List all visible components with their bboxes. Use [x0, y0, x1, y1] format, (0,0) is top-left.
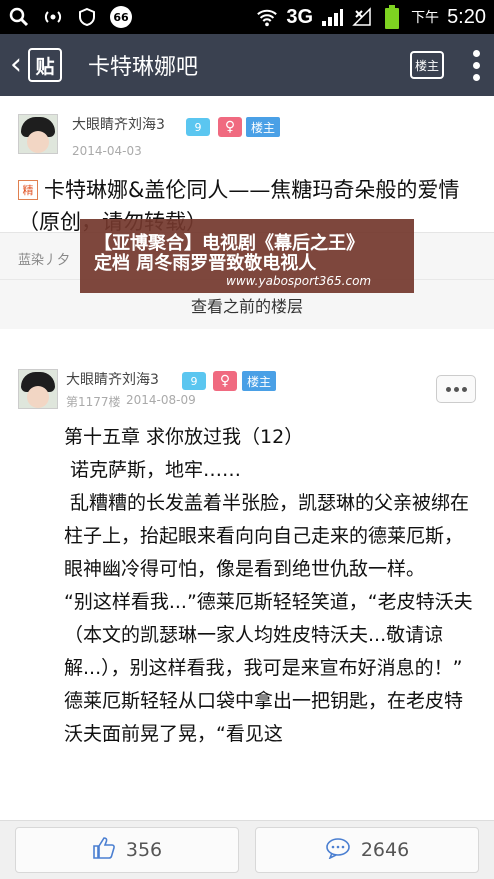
- body-line: 第十五章 求你放过我（12）: [64, 426, 304, 448]
- floor-date: 2014-08-09: [126, 393, 196, 407]
- host-tag: 楼主: [246, 117, 281, 137]
- body-line: 乱糟糟的长发盖着半张脸，凯瑟琳的父亲被绑在柱子上，抬起眼来看向向自己走来的德莱厄…: [64, 492, 470, 580]
- forum-row-text: 蓝染丿夕: [18, 253, 71, 268]
- author-name[interactable]: 大眼睛齐刘海3: [72, 114, 165, 134]
- ad-url: www.yabosport365.com: [226, 274, 372, 288]
- battery-icon: [381, 5, 403, 29]
- tieba-logo-icon[interactable]: 贴: [28, 48, 62, 82]
- wifi-hotspot-icon: [42, 6, 64, 28]
- ad-overlay[interactable]: 【亚博聚合】电视剧《幕后之王》 定档 周冬雨罗晋致敬电视人 www.yabosp…: [80, 219, 414, 293]
- comment-icon: [325, 837, 351, 864]
- floor-female-icon: ♀: [213, 371, 237, 391]
- time-period: 下午: [411, 10, 440, 26]
- like-button[interactable]: 356: [15, 827, 239, 873]
- floor-post-card: 大眼睛齐刘海3 9 ♀ 楼主 第1177楼 2014-08-09 第十五章 求你…: [0, 329, 494, 820]
- clock: 5:20: [447, 5, 486, 28]
- wifi-icon: [256, 6, 278, 28]
- floor-number: 第1177楼: [66, 395, 121, 409]
- floor-more-button[interactable]: [436, 375, 476, 403]
- no-signal-icon: [351, 6, 373, 28]
- floor-body: 第十五章 求你放过我（12） 诺克萨斯，地牢…… 乱糟糟的长发盖着半张脸，凯瑟琳…: [64, 421, 478, 751]
- signal-icon: [321, 6, 344, 28]
- bottom-bar: 356 2646: [0, 820, 494, 879]
- back-icon[interactable]: ‹: [10, 50, 22, 80]
- forum-title: 卡特琳娜吧: [88, 55, 199, 80]
- floor-level-badge: 9: [182, 372, 206, 390]
- floor-avatar[interactable]: [18, 369, 58, 409]
- post-date: 2014-04-03: [72, 144, 142, 158]
- thumbs-up-icon: [92, 836, 116, 864]
- more-menu-icon[interactable]: [472, 49, 480, 81]
- female-icon: ♀: [218, 117, 242, 137]
- network-type: 3G: [286, 5, 314, 28]
- thread-header: 大眼睛齐刘海3 9 ♀ 楼主 2014-04-03 精 卡特琳娜&盖伦同人——焦…: [0, 96, 494, 234]
- like-count: 356: [125, 839, 163, 861]
- notification-badge-icon: 66: [110, 6, 132, 28]
- comment-button[interactable]: 2646: [255, 827, 479, 873]
- body-line: 诺克萨斯，地牢……: [64, 459, 242, 481]
- host-only-button[interactable]: 楼主: [410, 51, 444, 79]
- status-bar: 66 3G 下午 5:20: [0, 0, 494, 34]
- comment-count: 2646: [360, 839, 410, 861]
- floor-author-name[interactable]: 大眼睛齐刘海3: [66, 369, 159, 389]
- body-line: 德莱厄斯轻轻从口袋中拿出一把钥匙，在老皮特沃夫面前晃了晃，“看见这: [64, 690, 464, 745]
- body-line: “别这样看我...”德莱厄斯轻轻笑道，“老皮特沃夫（本文的凯瑟琳一家人均姓皮特沃…: [64, 591, 473, 679]
- floor-host-tag: 楼主: [242, 371, 277, 391]
- ad-headline-2: 定档 周冬雨罗晋致敬电视人: [94, 253, 317, 274]
- app-bar: ‹ 贴 卡特琳娜吧 楼主: [0, 34, 494, 96]
- avatar[interactable]: [18, 114, 58, 154]
- level-badge: 9: [186, 118, 210, 136]
- shield-icon: [76, 6, 98, 28]
- search-icon: [8, 6, 30, 28]
